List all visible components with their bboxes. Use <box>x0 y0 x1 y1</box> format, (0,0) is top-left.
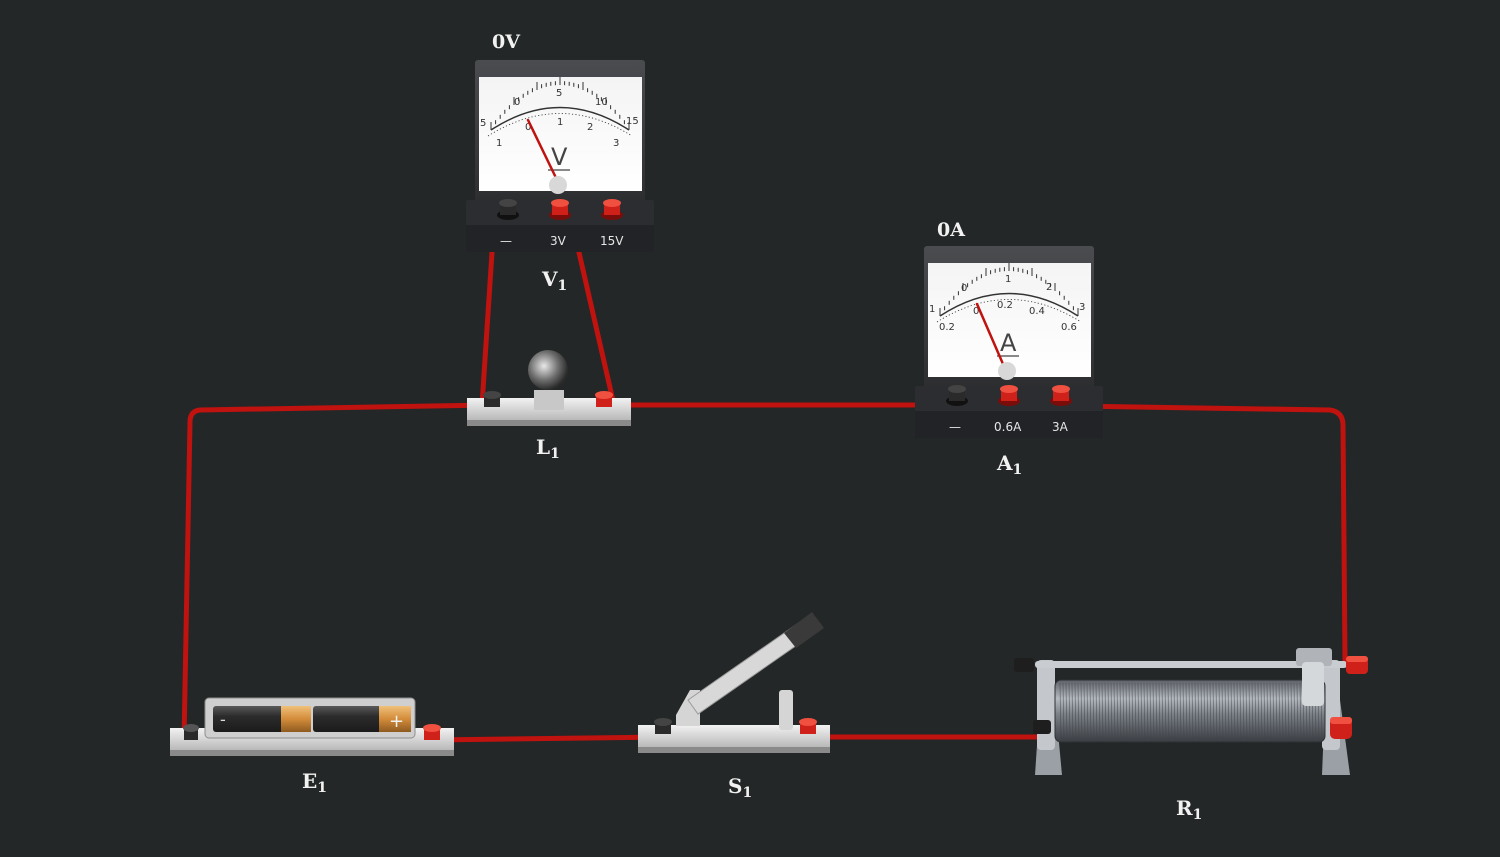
wire-battery-to-switch[interactable] <box>429 734 665 743</box>
svg-text:0.2: 0.2 <box>997 300 1013 311</box>
ammeter-label: A1 <box>996 451 1022 478</box>
voltmeter-pivot <box>549 176 567 194</box>
switch-terminal-left[interactable] <box>654 718 672 734</box>
lamp-socket <box>534 390 564 410</box>
rheostat-terminal-top-right[interactable] <box>1346 656 1368 674</box>
voltmeter-terminal-negative[interactable] <box>497 199 519 220</box>
switch-contact-clip <box>779 690 793 730</box>
ammeter-reading: 0A <box>937 219 965 241</box>
ammeter[interactable]: 0A 1 0 1 2 3 0.2 0 0.2 0.4 0.6 A — 0.6A … <box>915 219 1103 478</box>
ammeter-unit: A <box>1000 329 1017 357</box>
voltmeter-unit: V <box>551 143 568 171</box>
ammeter-terminal-0.6a[interactable] <box>998 385 1020 406</box>
switch-label: S1 <box>728 774 752 801</box>
rheostat-label: R1 <box>1176 796 1202 823</box>
wire-lamp-to-battery[interactable] <box>181 402 493 743</box>
svg-text:0.6: 0.6 <box>1061 322 1077 333</box>
voltmeter-terminal-3v[interactable] <box>549 199 571 220</box>
svg-text:0.2: 0.2 <box>939 322 955 333</box>
svg-text:1: 1 <box>929 304 935 315</box>
lamp-bulb-icon <box>528 350 568 390</box>
svg-text:1: 1 <box>496 138 502 149</box>
svg-text:1: 1 <box>557 117 563 128</box>
wire-ammeter-to-rheostat[interactable] <box>1007 402 1348 663</box>
rheostat-terminal-top-left[interactable] <box>1014 658 1034 672</box>
svg-text:5: 5 <box>556 88 562 99</box>
voltmeter-terminal-15v[interactable] <box>601 199 623 220</box>
voltmeter-terminal-label-15v: 15V <box>600 234 624 248</box>
battery-minus-sign: - <box>220 710 226 729</box>
battery-terminal-positive[interactable] <box>423 724 441 740</box>
lamp-label: L1 <box>536 435 560 462</box>
svg-text:15: 15 <box>626 116 639 127</box>
ammeter-terminal-label-0.6a: 0.6A <box>994 420 1022 434</box>
rheostat-terminal-bottom-right[interactable] <box>1330 717 1352 739</box>
ammeter-terminal-negative[interactable] <box>946 385 968 406</box>
lamp-terminal-left[interactable] <box>483 391 501 407</box>
svg-text:2: 2 <box>587 122 593 133</box>
svg-text:0: 0 <box>961 283 967 294</box>
svg-text:3: 3 <box>1079 302 1085 313</box>
svg-text:3: 3 <box>613 138 619 149</box>
rheostat-terminal-bottom-left[interactable] <box>1033 720 1051 734</box>
voltmeter-terminal-label-3v: 3V <box>550 234 567 248</box>
lamp-terminal-right[interactable] <box>595 391 613 407</box>
ammeter-terminal-label-3a: 3A <box>1052 420 1069 434</box>
circuit-canvas: 0V 5 0 5 10 15 1 0 1 2 3 V — 3V 15V V1 L… <box>170 31 1368 823</box>
ammeter-terminal-3a[interactable] <box>1050 385 1072 406</box>
voltmeter-label: V1 <box>541 267 567 294</box>
battery-plus-sign: + <box>389 711 404 732</box>
voltmeter-terminal-label-negative: — <box>500 234 512 248</box>
rheostat[interactable]: R1 <box>1014 648 1368 823</box>
battery[interactable]: - + E1 <box>170 697 454 796</box>
switch[interactable]: S1 <box>638 612 830 801</box>
ammeter-terminal-label-negative: — <box>949 420 961 434</box>
ammeter-pivot <box>998 362 1016 380</box>
svg-text:0.4: 0.4 <box>1029 306 1045 317</box>
svg-text:5: 5 <box>480 118 486 129</box>
svg-text:2: 2 <box>1046 282 1052 293</box>
svg-text:1: 1 <box>1005 274 1011 285</box>
battery-label: E1 <box>302 769 327 796</box>
battery-terminal-negative[interactable] <box>183 724 199 740</box>
svg-text:0: 0 <box>514 97 520 108</box>
voltmeter-reading: 0V <box>492 31 521 53</box>
switch-terminal-right[interactable] <box>799 718 817 734</box>
